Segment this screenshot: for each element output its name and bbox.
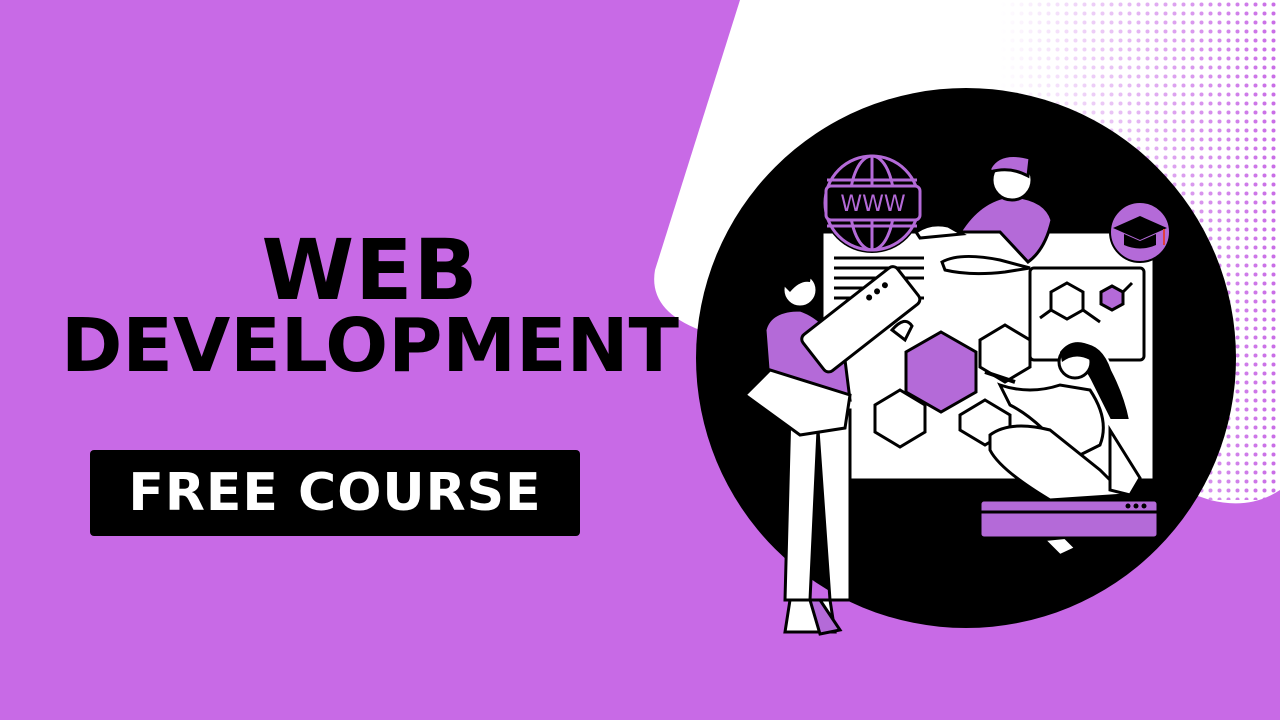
graduation-cap-icon [1109, 201, 1171, 263]
globe-icon: WWW [822, 153, 922, 253]
web-development-illustration: WWW [696, 88, 1236, 636]
globe-label: WWW [840, 192, 906, 217]
